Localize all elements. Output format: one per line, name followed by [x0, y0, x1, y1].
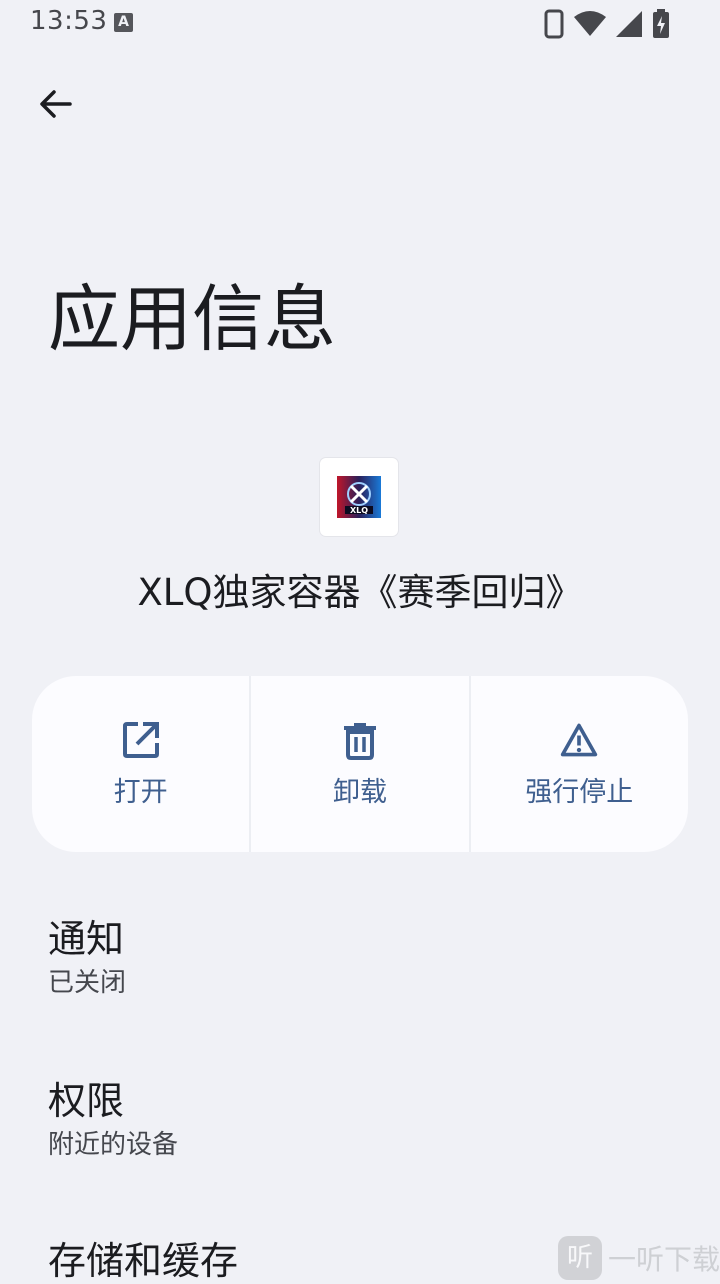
setting-title: 权限: [48, 1079, 125, 1123]
battery-charging-icon: [653, 9, 669, 38]
trash-icon: [340, 720, 380, 760]
status-icons: [544, 8, 670, 40]
warning-icon: [559, 720, 599, 760]
back-button[interactable]: [24, 72, 88, 136]
force-stop-button[interactable]: 强行停止: [468, 676, 688, 852]
permissions-setting[interactable]: 权限 附近的设备: [48, 1078, 672, 1162]
uninstall-button[interactable]: 卸载: [249, 676, 468, 852]
setting-summary: 附近的设备: [48, 1130, 179, 1160]
watermark: 听 一听下载: [558, 1236, 720, 1280]
uninstall-label: 卸载: [332, 777, 387, 808]
watermark-logo-icon: 听: [558, 1236, 602, 1280]
page-title: 应用信息: [48, 277, 337, 361]
cell-signal-icon: [616, 11, 642, 37]
setting-summary: 已关闭: [48, 968, 127, 998]
status-bar: 13:53 A: [0, 0, 720, 48]
setting-title: 通知: [48, 917, 125, 961]
app-logo-icon: XLQ: [337, 476, 381, 518]
app-logo-text: XLQ: [350, 506, 368, 515]
app-icon-frame: XLQ: [320, 458, 398, 536]
watermark-text: 一听下载: [608, 1243, 720, 1276]
status-time: 13:53: [30, 6, 108, 36]
app-name: XLQ独家容器《赛季回归》: [137, 571, 583, 614]
open-button[interactable]: 打开: [32, 676, 249, 852]
force-stop-label: 强行停止: [525, 777, 634, 808]
wifi-icon: [574, 11, 606, 36]
notification-a-icon: A: [114, 13, 133, 32]
open-label: 打开: [113, 777, 168, 808]
notifications-setting[interactable]: 通知 已关闭: [48, 916, 672, 1000]
arrow-back-icon: [40, 90, 72, 118]
action-card: 打开 卸载 强行停止: [32, 676, 688, 852]
open-in-new-icon: [121, 720, 161, 760]
phone-icon: [544, 9, 564, 39]
